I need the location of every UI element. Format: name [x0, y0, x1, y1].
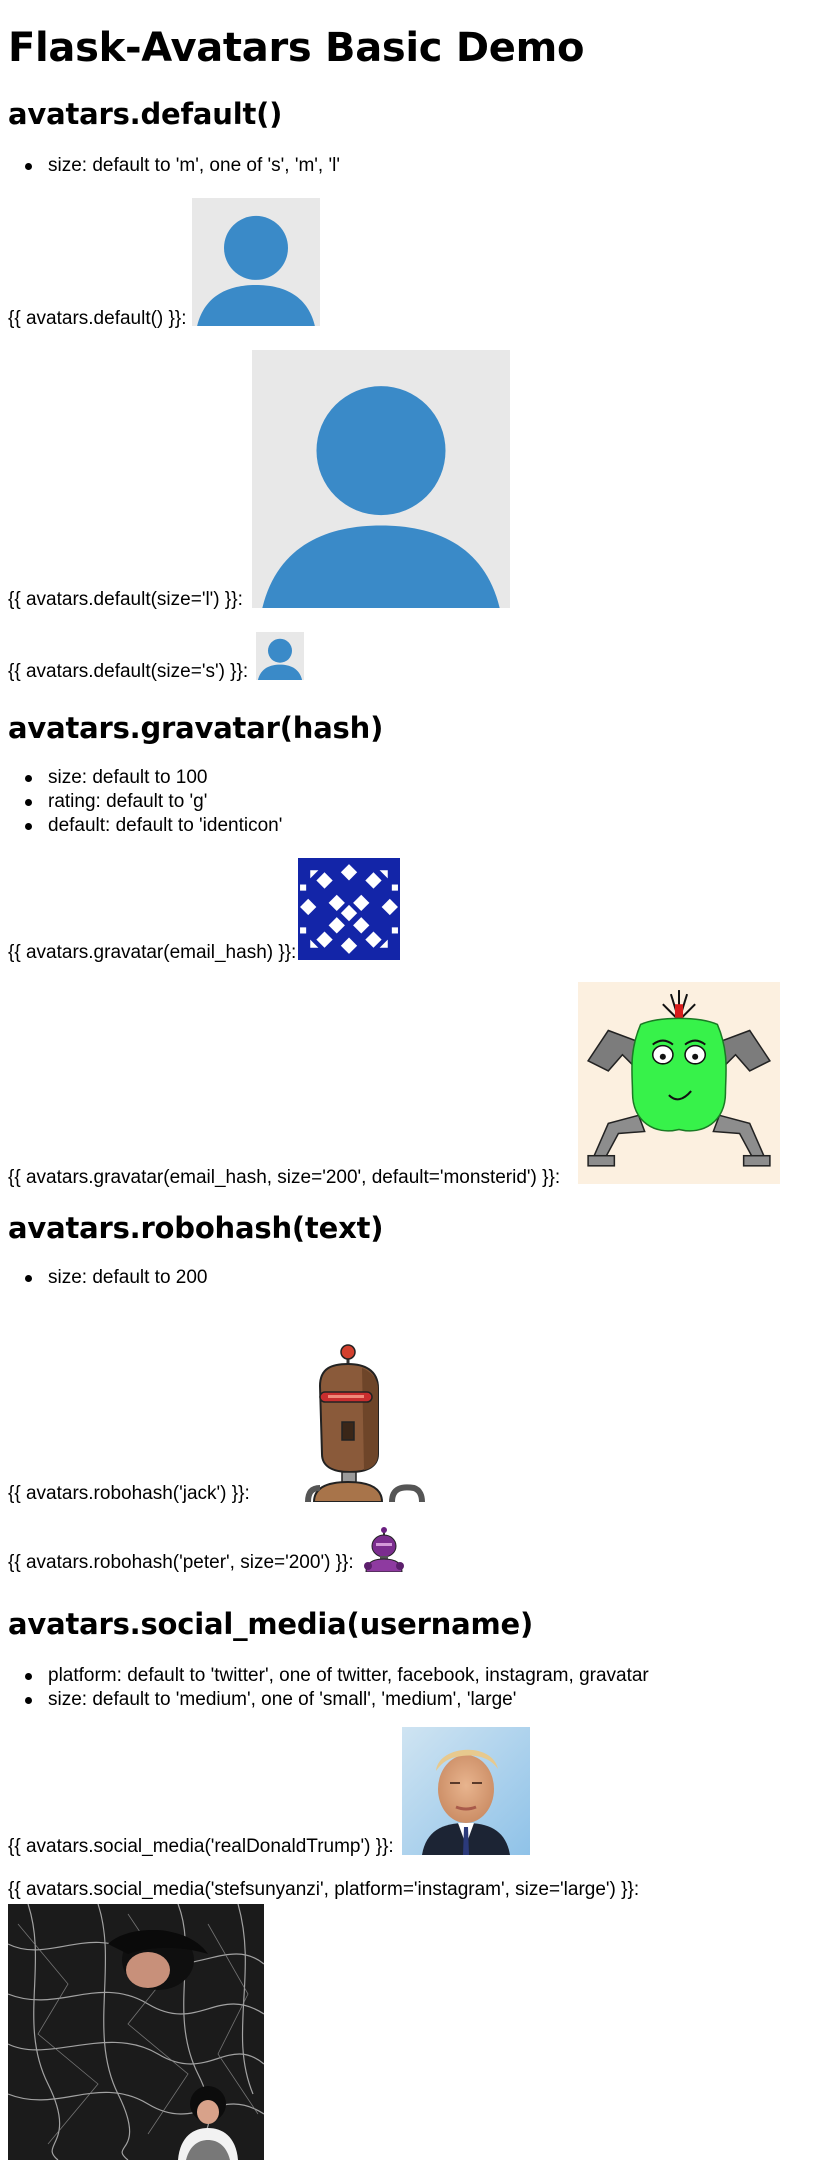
robohash-options-list: size: default to 200 — [8, 1266, 208, 1290]
example-default-small-label: {{ avatars.default(size='s') }}: — [8, 661, 249, 682]
gravatar-options-list: size: default to 100 rating: default to … — [8, 766, 282, 838]
example-robohash-label: {{ avatars.robohash('jack') }}: — [8, 1483, 250, 1504]
example-default-large-label: {{ avatars.default(size='l') }}: — [8, 589, 243, 610]
default-avatar-medium — [192, 198, 320, 326]
list-item: platform: default to 'twitter', one of t… — [8, 1664, 649, 1688]
robohash-jack — [302, 1338, 428, 1502]
list-item: size: default to 'm', one of 's', 'm', '… — [8, 154, 340, 178]
list-item: size: default to 100 — [8, 766, 282, 790]
section-heading-social-media: avatars.social_media(username) — [8, 1607, 534, 1641]
section-heading-gravatar: avatars.gravatar(hash) — [8, 711, 384, 745]
identicon-image — [298, 858, 400, 960]
example-instagram-label: {{ avatars.social_media('stefsunyanzi', … — [8, 1879, 640, 1900]
example-default-label: {{ avatars.default() }}: — [8, 308, 187, 329]
gravatar-monsterid — [578, 982, 780, 1184]
section-heading-robohash: avatars.robohash(text) — [8, 1211, 384, 1245]
twitter-avatar — [402, 1727, 530, 1855]
example-gravatar-monster-label: {{ avatars.gravatar(email_hash, size='20… — [8, 1167, 561, 1188]
list-item: size: default to 'medium', one of 'small… — [8, 1688, 649, 1712]
page-title: Flask-Avatars Basic Demo — [8, 25, 585, 71]
example-gravatar-label: {{ avatars.gravatar(email_hash) }}: — [8, 942, 297, 963]
default-avatar-icon — [192, 198, 320, 326]
default-options-list: size: default to 'm', one of 's', 'm', '… — [8, 154, 340, 178]
gravatar-identicon — [298, 858, 400, 960]
instagram-photo-image — [8, 1904, 264, 2160]
example-robohash-peter-label: {{ avatars.robohash('peter', size='200')… — [8, 1552, 354, 1573]
robot-avatar-image — [305, 1344, 425, 1502]
list-item: size: default to 200 — [8, 1266, 208, 1290]
social-media-options-list: platform: default to 'twitter', one of t… — [8, 1664, 649, 1712]
list-item: default: default to 'identicon' — [8, 814, 282, 838]
default-avatar-small — [256, 632, 304, 680]
section-heading-default: avatars.default() — [8, 97, 283, 131]
default-avatar-large — [252, 350, 510, 608]
monster-avatar-image — [578, 982, 780, 1184]
default-avatar-icon — [256, 632, 304, 680]
robot-avatar-image — [364, 1527, 404, 1572]
twitter-photo-image — [402, 1727, 530, 1855]
robohash-peter — [360, 1526, 410, 1572]
instagram-avatar — [8, 1904, 264, 2160]
list-item: rating: default to 'g' — [8, 790, 282, 814]
example-twitter-label: {{ avatars.social_media('realDonaldTrump… — [8, 1836, 394, 1857]
default-avatar-icon — [252, 350, 510, 608]
